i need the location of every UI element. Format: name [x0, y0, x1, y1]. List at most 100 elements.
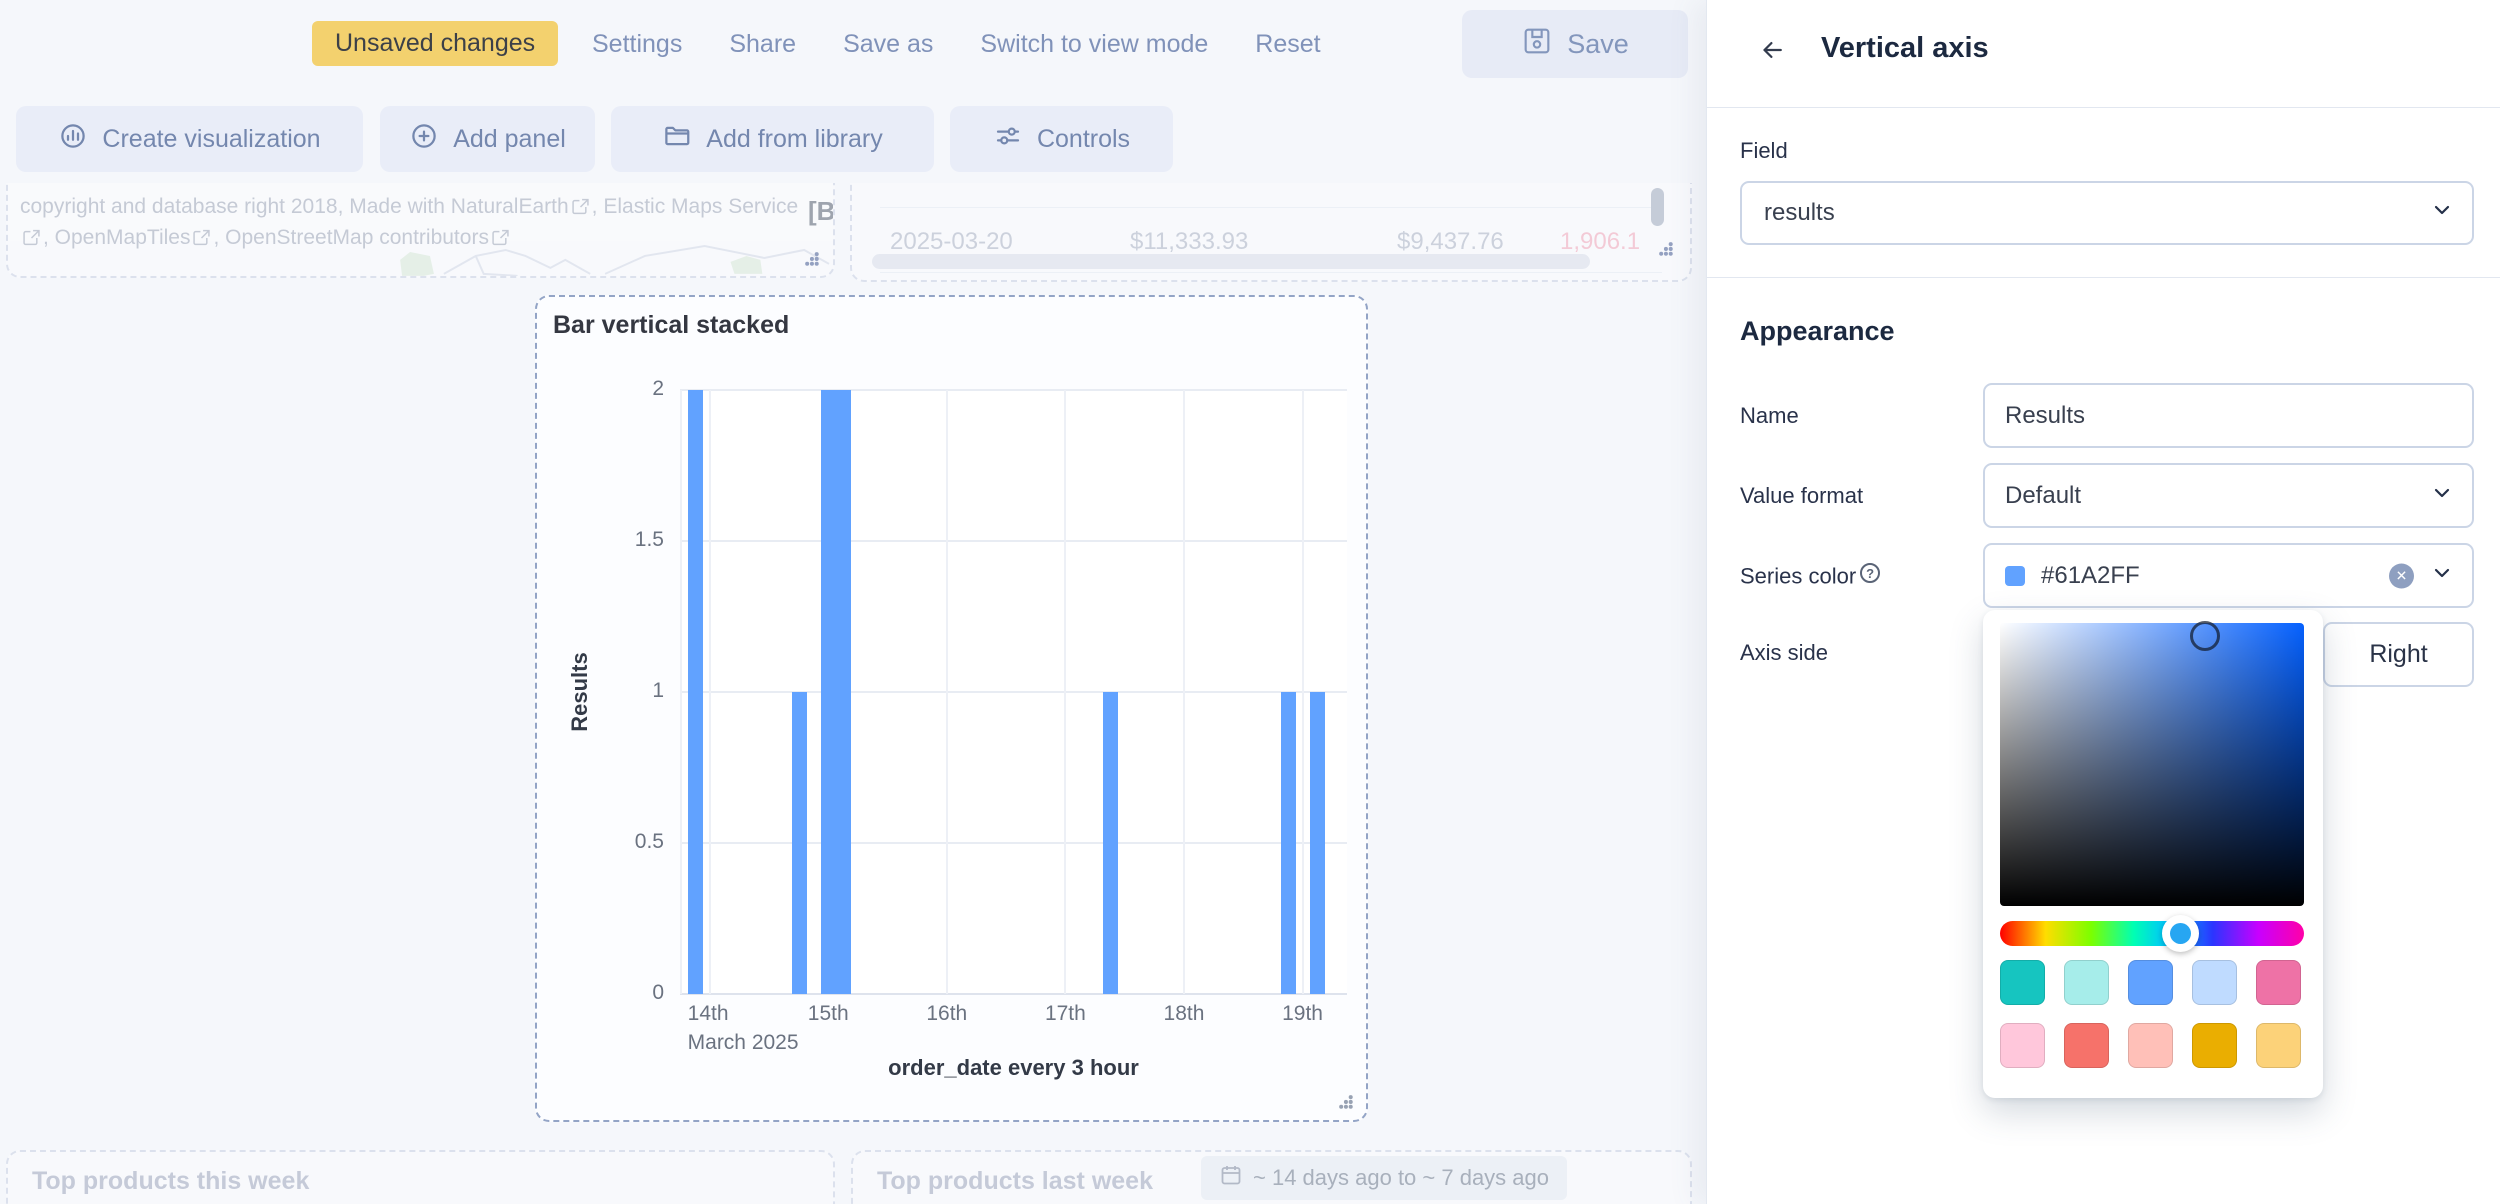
color-swatch-61A2FF[interactable] — [2128, 960, 2173, 1005]
x-tick-label: 16th — [926, 1002, 967, 1026]
axis-side-label: Axis side — [1740, 640, 1828, 666]
series-color-swatch — [2005, 566, 2025, 586]
external-link-icon — [489, 226, 512, 249]
table-panel[interactable]: 2025-03-20 $11,333.93 $9,437.76 1,906.1 — [850, 183, 1692, 282]
menu-item-save-as[interactable]: Save as — [843, 30, 933, 59]
calendar-icon — [1219, 1163, 1243, 1193]
attribution-link[interactable]: OpenMapTiles — [55, 226, 191, 249]
table-resize-handle[interactable] — [1658, 241, 1676, 264]
color-swatch-FCD279[interactable] — [2256, 1023, 2301, 1068]
y-tick-label: 1.5 — [537, 528, 664, 552]
saturation-box[interactable] — [2000, 623, 2304, 906]
saturation-handle[interactable] — [2190, 621, 2220, 651]
save-button[interactable]: Save — [1462, 10, 1688, 78]
color-swatch-16C5C0[interactable] — [2000, 960, 2045, 1005]
menu-item-share[interactable]: Share — [729, 30, 796, 59]
top-products-last-week-panel[interactable]: Top products last week ~ 14 days ago to … — [851, 1150, 1692, 1204]
add-panel-button[interactable]: Add panel — [380, 106, 595, 172]
time-range-label: ~ 14 days ago to ~ 7 days ago — [1253, 1165, 1549, 1191]
color-swatch-FFC0B8[interactable] — [2128, 1023, 2173, 1068]
color-swatch-A6EDEA[interactable] — [2064, 960, 2109, 1005]
chart-bar[interactable] — [1310, 692, 1325, 994]
color-swatch-FFC7DB[interactable] — [2000, 1023, 2045, 1068]
color-swatch-F6726A[interactable] — [2064, 1023, 2109, 1068]
panel-title: Top products last week — [877, 1167, 1153, 1196]
x-gridline — [680, 390, 682, 994]
x-tick-label: 15th — [808, 1002, 849, 1026]
hue-slider-handle[interactable] — [2162, 915, 2199, 952]
external-link-icon — [569, 195, 592, 218]
x-tick-label: 18th — [1164, 1002, 1205, 1026]
x-gridline — [1064, 390, 1066, 994]
value-format-value: Default — [2005, 482, 2081, 510]
create-visualization-button[interactable]: Create visualization — [16, 106, 363, 172]
lens-icon — [58, 121, 88, 158]
chart-bar[interactable] — [792, 692, 807, 994]
controls-button[interactable]: Controls — [950, 106, 1173, 172]
table-cell-metric: 1,906.1 — [1560, 228, 1640, 256]
table-cell-amount2: $9,437.76 — [1397, 228, 1504, 256]
sliders-icon — [993, 121, 1023, 158]
folder-icon — [662, 121, 692, 158]
top-products-this-week-panel[interactable]: Top products this week — [6, 1150, 835, 1204]
arrow-left-icon — [1757, 35, 1787, 68]
clear-color-icon[interactable]: ✕ — [2389, 563, 2414, 588]
chart-bar[interactable] — [836, 390, 851, 994]
menu-item-switch-to-view-mode[interactable]: Switch to view mode — [980, 30, 1208, 59]
table-gridline — [880, 207, 1662, 208]
help-icon[interactable]: ? — [1860, 563, 1880, 583]
attribution-link[interactable]: Elastic Maps Service — [603, 195, 798, 218]
bar-chart-panel[interactable]: Bar vertical stacked Results 00.511.52 1… — [535, 295, 1368, 1122]
color-swatch-grid — [2000, 960, 2304, 1068]
y-tick-label: 0 — [537, 981, 664, 1005]
chart-bar[interactable] — [1281, 692, 1296, 994]
series-color-input[interactable]: #61A2FF ✕ — [1983, 543, 2474, 608]
divider — [1707, 277, 2500, 278]
menu-item-settings[interactable]: Settings — [592, 30, 682, 59]
table-gridline — [880, 272, 1662, 273]
attribution-link[interactable]: OpenStreetMap contributors — [225, 226, 489, 249]
attribution-text: , — [43, 226, 55, 249]
y-gridline — [680, 691, 1347, 693]
chart-title: Bar vertical stacked — [553, 311, 789, 340]
chart-resize-handle[interactable] — [1338, 1094, 1356, 1117]
color-swatch-EE72A6[interactable] — [2256, 960, 2301, 1005]
name-input[interactable]: Results — [1983, 383, 2474, 448]
back-button[interactable] — [1749, 28, 1795, 74]
external-link-icon — [20, 226, 43, 249]
attribution-text: , — [213, 226, 225, 249]
add-from-library-label: Add from library — [706, 125, 882, 154]
series-color-label: Series color? — [1740, 563, 1880, 590]
map-resize-handle[interactable] — [804, 251, 822, 274]
chart-bar[interactable] — [821, 390, 836, 994]
name-value: Results — [2005, 402, 2085, 430]
x-axis-title: order_date every 3 hour — [680, 1055, 1347, 1081]
y-tick-label: 2 — [537, 377, 664, 401]
attribution-text: copyright and database right 2018, Made … — [20, 195, 451, 218]
chevron-down-icon — [2430, 198, 2454, 229]
chart-bar[interactable] — [1103, 692, 1118, 994]
color-picker-popover — [1983, 610, 2323, 1098]
attribution-link[interactable]: NaturalEarth — [451, 195, 569, 218]
value-format-select[interactable]: Default — [1983, 463, 2474, 528]
time-range-badge[interactable]: ~ 14 days ago to ~ 7 days ago — [1201, 1156, 1567, 1200]
color-swatch-BFDBFF[interactable] — [2192, 960, 2237, 1005]
name-label: Name — [1740, 403, 1799, 429]
field-select[interactable]: results — [1740, 181, 2474, 245]
external-link-icon — [190, 226, 213, 249]
add-panel-label: Add panel — [453, 125, 566, 154]
add-from-library-button[interactable]: Add from library — [611, 106, 934, 172]
color-swatch-EAAE01[interactable] — [2192, 1023, 2237, 1068]
table-vertical-scrollbar[interactable] — [1651, 188, 1664, 226]
top-menu: Settings Share Save as Switch to view mode R… — [592, 0, 1321, 88]
table-cell-amount1: $11,333.93 — [1130, 228, 1248, 256]
x-gridline — [709, 390, 711, 994]
axis-side-right-button[interactable]: Right — [2323, 622, 2474, 687]
dashboard-area: Unsaved changes SettingsShareSave asSwit… — [0, 0, 1706, 1204]
map-panel[interactable]: copyright and database right 2018, Made … — [6, 183, 835, 278]
menu-item-reset[interactable]: Reset — [1255, 30, 1320, 59]
field-label: Field — [1740, 138, 1788, 164]
table-horizontal-scrollbar[interactable] — [872, 254, 1590, 269]
hue-slider[interactable] — [2000, 921, 2304, 946]
chart-bar[interactable] — [688, 390, 703, 994]
